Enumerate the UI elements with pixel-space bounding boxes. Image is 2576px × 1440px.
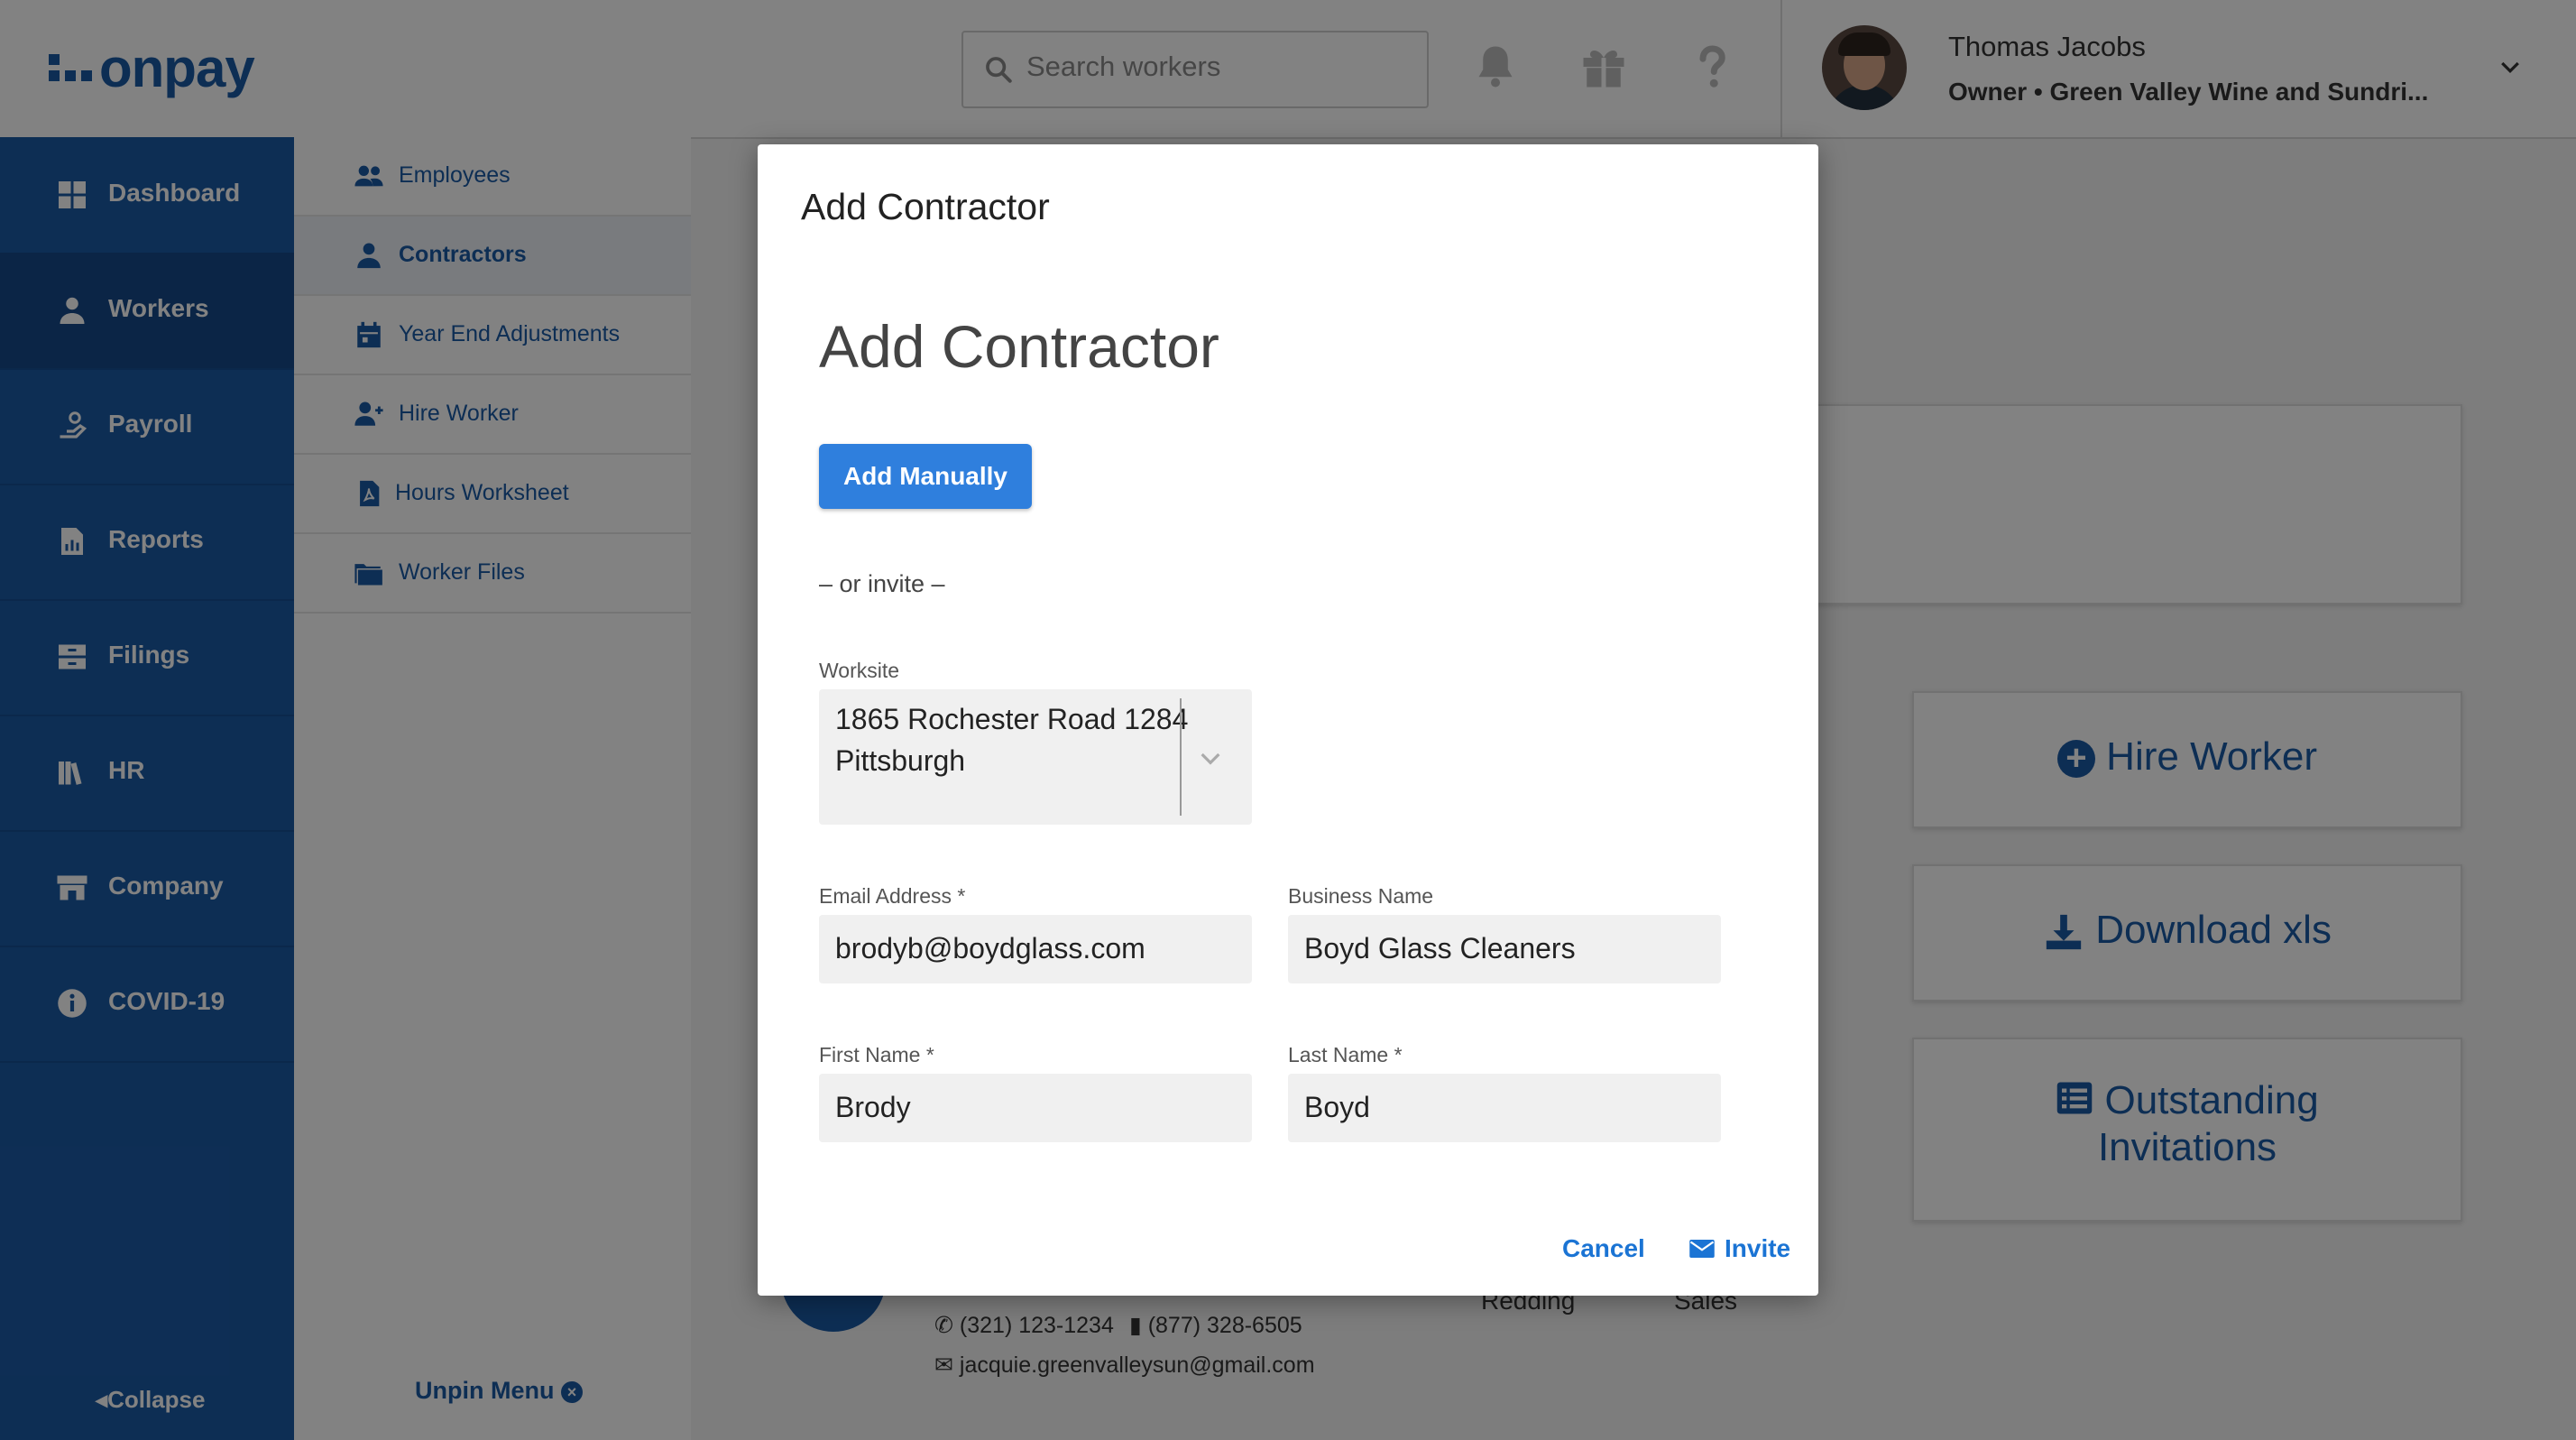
add-contractor-modal: Add Contractor Add Contractor Add Manual… (758, 144, 1818, 1296)
first-name-label: First Name * (819, 1043, 934, 1066)
select-divider (1180, 698, 1182, 816)
worksite-value-line2: Pittsburgh (835, 744, 966, 777)
email-value: brodyb@boydglass.com (835, 932, 1145, 965)
chevron-down-icon (1201, 752, 1220, 765)
email-label: Email Address * (819, 884, 966, 908)
last-name-label: Last Name * (1288, 1043, 1403, 1066)
worksite-value-line1: 1865 Rochester Road 1284 (835, 703, 1189, 735)
envelope-icon (1689, 1240, 1715, 1258)
or-invite-text: – or invite – (819, 570, 945, 597)
invite-label: Invite (1725, 1234, 1791, 1262)
worksite-select[interactable]: 1865 Rochester Road 1284 Pittsburgh (819, 689, 1252, 825)
cancel-button[interactable]: Cancel (1562, 1234, 1645, 1263)
business-name-field[interactable]: Boyd Glass Cleaners (1288, 915, 1721, 983)
page-title: Add Contractor (819, 313, 1219, 380)
last-name-value: Boyd (1304, 1091, 1370, 1123)
add-manually-button[interactable]: Add Manually (819, 444, 1032, 509)
business-name-value: Boyd Glass Cleaners (1304, 932, 1576, 965)
first-name-field[interactable]: Brody (819, 1074, 1252, 1142)
first-name-value: Brody (835, 1091, 911, 1123)
worksite-label: Worksite (819, 659, 900, 682)
invite-button[interactable]: Invite (1688, 1234, 1790, 1263)
email-field[interactable]: brodyb@boydglass.com (819, 915, 1252, 983)
last-name-field[interactable]: Boyd (1288, 1074, 1721, 1142)
business-name-label: Business Name (1288, 884, 1434, 908)
modal-title: Add Contractor (801, 186, 1050, 227)
